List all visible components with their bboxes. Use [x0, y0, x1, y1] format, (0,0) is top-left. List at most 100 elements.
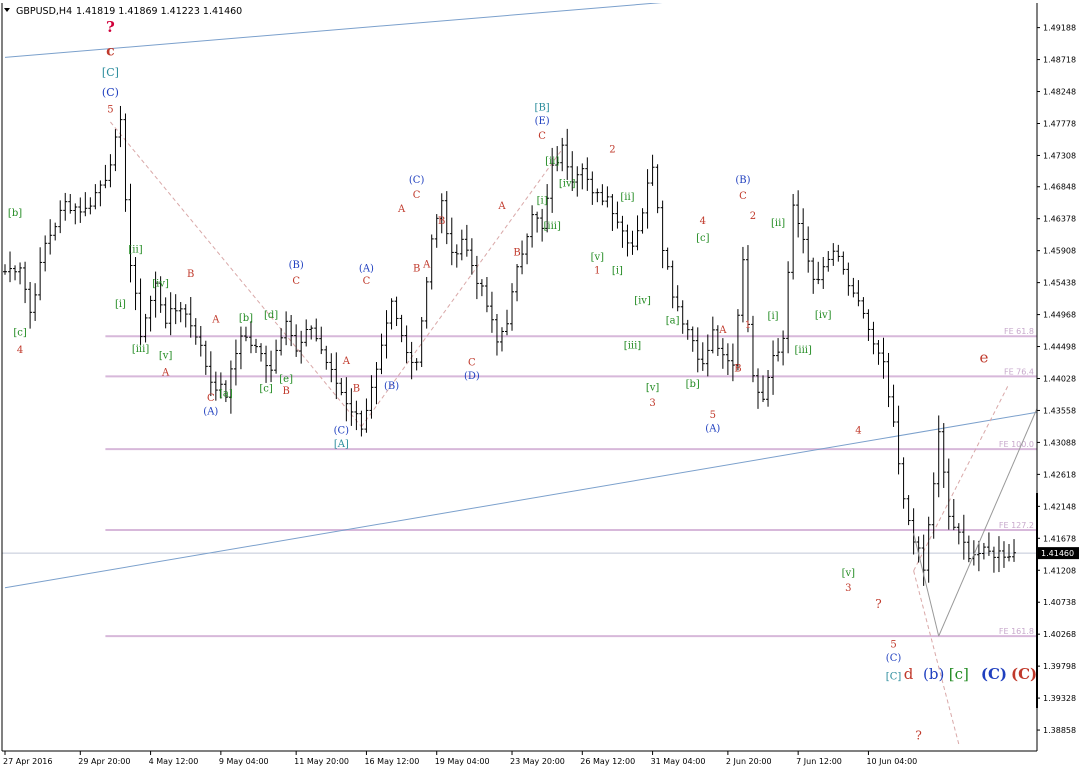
wave-label: (A): [705, 423, 720, 434]
ohlc-bar: [28, 282, 33, 329]
y-tick-label: 1.49188: [1043, 24, 1076, 33]
symbol-label: GBPUSD,H4: [16, 6, 72, 17]
ohlc-bar: [655, 164, 660, 214]
ohlc-bar: [404, 325, 409, 364]
wave-connector-line: [913, 570, 960, 745]
ohlc-bar: [565, 128, 570, 180]
ohlc-bar: [610, 194, 615, 231]
ohlc-bar: [670, 260, 675, 309]
y-tick-label: 1.44028: [1043, 374, 1076, 383]
ohlc-bar: [83, 192, 88, 217]
ohlc-bar: [946, 458, 951, 530]
y-tick-label: 1.44498: [1043, 343, 1076, 352]
wave-label: (B): [289, 260, 304, 271]
wave-label: 1: [594, 266, 600, 277]
ohlc-bar: [906, 495, 911, 526]
ohlc-bar: [725, 343, 730, 375]
ohlc-bar: [901, 457, 906, 509]
fib-level-label: FE 61.8: [1004, 327, 1034, 336]
wave-label: e: [979, 349, 988, 367]
wave-label: C: [413, 190, 421, 201]
ohlc-bar: [926, 516, 931, 583]
wave-label: (B): [384, 381, 399, 392]
ohlc-bar: [620, 215, 625, 248]
wave-label: [ii]: [771, 218, 785, 229]
ohlc-bar: [284, 311, 289, 346]
ohlc-bar: [399, 314, 404, 343]
ohlc-bar: [630, 230, 635, 255]
wave-label: B: [282, 386, 289, 397]
ohlc-bar: [590, 171, 595, 205]
wave-label: [iv]: [152, 279, 169, 290]
ohlc-bar: [625, 224, 630, 257]
wave-label: B: [187, 269, 194, 280]
ohlc-bar: [981, 542, 986, 560]
ohlc-bar: [740, 246, 745, 323]
price-bars-group: [3, 105, 1017, 586]
y-tick-label: 1.43088: [1043, 438, 1076, 447]
ohlc-bar: [615, 201, 620, 229]
ohlc-bar: [831, 243, 836, 266]
wave-label: C: [292, 276, 300, 287]
ohlc-bar: [128, 183, 133, 283]
wave-label: 2: [609, 145, 615, 156]
wave-label: [c]: [949, 665, 969, 683]
ohlc-bar: [861, 297, 866, 319]
ohlc-bar: [510, 283, 515, 331]
fib-level-label: FE 127.2: [999, 521, 1034, 530]
ohlc-bar: [329, 353, 334, 383]
wave-label: B: [438, 216, 445, 227]
wave-label: C: [739, 191, 747, 202]
ohlc-bar: [645, 169, 650, 229]
wave-label: B: [413, 264, 420, 275]
wave-label: (B): [735, 175, 750, 186]
ohlc-bar: [93, 184, 98, 210]
ohlc-bar: [238, 326, 243, 370]
wave-label: [a]: [666, 315, 680, 326]
dropdown-triangle-icon[interactable]: [4, 8, 10, 12]
x-tick-label: 19 May 04:00: [435, 757, 490, 766]
y-tick-label: 1.47308: [1043, 151, 1076, 160]
ohlc-bar: [695, 327, 700, 373]
x-tick-label: 16 May 12:00: [364, 757, 419, 766]
ohlc-bar: [750, 315, 755, 383]
wave-label: (C): [102, 86, 119, 99]
wave-label: [v]: [646, 383, 660, 394]
wave-label: [ii]: [620, 192, 634, 203]
ohlc-bar: [43, 235, 48, 272]
wave-label: [c]: [13, 328, 27, 339]
ohlc-bar: [203, 340, 208, 375]
x-tick-label: 9 May 04:00: [219, 757, 269, 766]
wave-label: 4: [700, 216, 706, 227]
ohlc-bar: [248, 321, 253, 354]
ohlc-bar: [394, 296, 399, 327]
wave-label: C: [363, 276, 371, 287]
ohlc-bar: [163, 297, 168, 329]
ohlc-bar: [505, 309, 509, 336]
ohlc-bar: [309, 325, 314, 340]
wave-label: [B]: [535, 102, 550, 113]
ohlc-bar: [941, 423, 946, 488]
wave-label: [C]: [886, 672, 902, 683]
wave-label: 5: [710, 410, 716, 421]
ohlc-bar: [419, 317, 424, 368]
wave-label: A: [422, 260, 431, 271]
ohlc-bar: [786, 261, 791, 354]
ohlc-bar: [489, 291, 494, 333]
ohlc-bar: [499, 327, 504, 352]
ohlc-bar: [454, 244, 459, 268]
wave-label: (C): [1011, 665, 1037, 683]
ohlc-bar: [339, 378, 344, 396]
ohlc-bar: [324, 345, 329, 370]
ohlc-bar: [771, 340, 776, 395]
wave-label: [iv]: [815, 310, 832, 321]
y-tick-label: 1.45438: [1043, 279, 1076, 288]
wave-label: 4: [17, 345, 23, 356]
wave-label: [iii]: [624, 340, 641, 351]
wave-label: [ii]: [545, 156, 559, 167]
wave-label: C: [468, 357, 476, 368]
wave-label: ?: [106, 18, 115, 36]
ohlc-bar: [1001, 541, 1006, 568]
ohlc-bar: [13, 265, 18, 281]
ohlc-bar: [891, 384, 896, 427]
